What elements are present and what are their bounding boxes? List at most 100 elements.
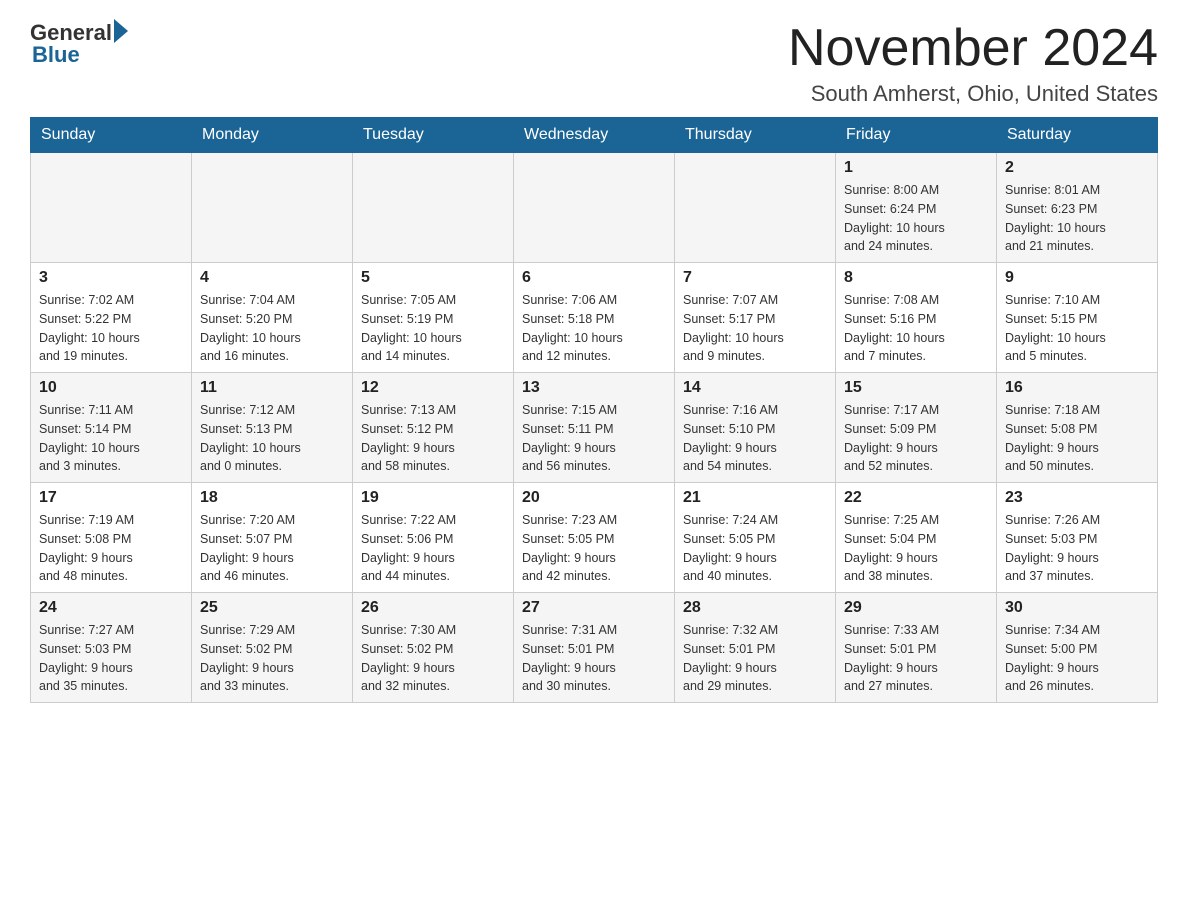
day-number: 22 bbox=[844, 489, 988, 507]
day-number: 21 bbox=[683, 489, 827, 507]
title-block: November 2024 South Amherst, Ohio, Unite… bbox=[788, 20, 1158, 107]
calendar-day-cell: 14 Sunrise: 7:16 AMSunset: 5:10 PMDayligh… bbox=[675, 373, 836, 483]
calendar-day-cell: 17 Sunrise: 7:19 AMSunset: 5:08 PMDayligh… bbox=[31, 483, 192, 593]
calendar-day-cell: 19 Sunrise: 7:22 AMSunset: 5:06 PMDayligh… bbox=[353, 483, 514, 593]
day-number: 14 bbox=[683, 379, 827, 397]
calendar-day-header: Saturday bbox=[997, 118, 1158, 153]
day-number: 7 bbox=[683, 269, 827, 287]
calendar-day-cell: 23 Sunrise: 7:26 AMSunset: 5:03 PMDayligh… bbox=[997, 483, 1158, 593]
day-number: 25 bbox=[200, 599, 344, 617]
page-header: General Blue November 2024 South Amherst… bbox=[30, 20, 1158, 107]
day-number: 3 bbox=[39, 269, 183, 287]
calendar-day-cell: 7 Sunrise: 7:07 AMSunset: 5:17 PMDaylight… bbox=[675, 263, 836, 373]
day-info: Sunrise: 7:10 AMSunset: 5:15 PMDaylight:… bbox=[1005, 291, 1149, 366]
calendar-day-cell: 6 Sunrise: 7:06 AMSunset: 5:18 PMDaylight… bbox=[514, 263, 675, 373]
calendar-day-cell: 10Sunrise: 7:11 AMSunset: 5:14 PMDayligh… bbox=[31, 373, 192, 483]
calendar-day-cell: 3 Sunrise: 7:02 AMSunset: 5:22 PMDaylight… bbox=[31, 263, 192, 373]
day-number: 2 bbox=[1005, 159, 1149, 177]
day-info: Sunrise: 7:13 AMSunset: 5:12 PMDaylight:… bbox=[361, 401, 505, 476]
day-number: 8 bbox=[844, 269, 988, 287]
day-number: 23 bbox=[1005, 489, 1149, 507]
day-info: Sunrise: 7:20 AMSunset: 5:07 PMDaylight:… bbox=[200, 511, 344, 586]
day-info: Sunrise: 7:18 AMSunset: 5:08 PMDaylight:… bbox=[1005, 401, 1149, 476]
day-info: Sunrise: 7:24 AMSunset: 5:05 PMDaylight:… bbox=[683, 511, 827, 586]
day-info: Sunrise: 7:30 AMSunset: 5:02 PMDaylight:… bbox=[361, 621, 505, 696]
day-info: Sunrise: 7:17 AMSunset: 5:09 PMDaylight:… bbox=[844, 401, 988, 476]
day-info: Sunrise: 7:06 AMSunset: 5:18 PMDaylight:… bbox=[522, 291, 666, 366]
calendar-week-row: 3 Sunrise: 7:02 AMSunset: 5:22 PMDaylight… bbox=[31, 263, 1158, 373]
day-info: Sunrise: 7:32 AMSunset: 5:01 PMDaylight:… bbox=[683, 621, 827, 696]
day-info: Sunrise: 7:22 AMSunset: 5:06 PMDaylight:… bbox=[361, 511, 505, 586]
day-info: Sunrise: 7:19 AMSunset: 5:08 PMDaylight:… bbox=[39, 511, 183, 586]
calendar-day-cell: 9 Sunrise: 7:10 AMSunset: 5:15 PMDaylight… bbox=[997, 263, 1158, 373]
day-info: Sunrise: 8:01 AMSunset: 6:23 PMDaylight:… bbox=[1005, 181, 1149, 256]
calendar-day-cell: 24 Sunrise: 7:27 AMSunset: 5:03 PMDayligh… bbox=[31, 593, 192, 703]
day-info: Sunrise: 7:15 AMSunset: 5:11 PMDaylight:… bbox=[522, 401, 666, 476]
calendar-day-cell: 12 Sunrise: 7:13 AMSunset: 5:12 PMDayligh… bbox=[353, 373, 514, 483]
day-number: 15 bbox=[844, 379, 988, 397]
day-number: 19 bbox=[361, 489, 505, 507]
calendar-day-cell: 5Sunrise: 7:05 AMSunset: 5:19 PMDaylight… bbox=[353, 263, 514, 373]
day-number: 4 bbox=[200, 269, 344, 287]
calendar-day-cell: 27Sunrise: 7:31 AMSunset: 5:01 PMDayligh… bbox=[514, 593, 675, 703]
calendar-day-cell: 26 Sunrise: 7:30 AMSunset: 5:02 PMDayligh… bbox=[353, 593, 514, 703]
day-number: 30 bbox=[1005, 599, 1149, 617]
calendar-week-row: 17 Sunrise: 7:19 AMSunset: 5:08 PMDayligh… bbox=[31, 483, 1158, 593]
day-number: 18 bbox=[200, 489, 344, 507]
calendar-day-cell: 8 Sunrise: 7:08 AMSunset: 5:16 PMDaylight… bbox=[836, 263, 997, 373]
day-number: 24 bbox=[39, 599, 183, 617]
day-number: 27 bbox=[522, 599, 666, 617]
day-info: Sunrise: 7:07 AMSunset: 5:17 PMDaylight:… bbox=[683, 291, 827, 366]
calendar-week-row: 24 Sunrise: 7:27 AMSunset: 5:03 PMDayligh… bbox=[31, 593, 1158, 703]
calendar-day-cell: 4 Sunrise: 7:04 AMSunset: 5:20 PMDaylight… bbox=[192, 263, 353, 373]
calendar-day-header: Sunday bbox=[31, 118, 192, 153]
day-info: Sunrise: 7:16 AMSunset: 5:10 PMDaylight:… bbox=[683, 401, 827, 476]
calendar-day-cell bbox=[514, 153, 675, 263]
day-info: Sunrise: 8:00 AMSunset: 6:24 PMDaylight:… bbox=[844, 181, 988, 256]
calendar-week-row: 10Sunrise: 7:11 AMSunset: 5:14 PMDayligh… bbox=[31, 373, 1158, 483]
calendar-table: SundayMondayTuesdayWednesdayThursdayFrid… bbox=[30, 117, 1158, 703]
day-info: Sunrise: 7:33 AMSunset: 5:01 PMDaylight:… bbox=[844, 621, 988, 696]
day-number: 28 bbox=[683, 599, 827, 617]
day-number: 6 bbox=[522, 269, 666, 287]
calendar-day-cell: 20Sunrise: 7:23 AMSunset: 5:05 PMDayligh… bbox=[514, 483, 675, 593]
calendar-day-cell: 1 Sunrise: 8:00 AMSunset: 6:24 PMDaylight… bbox=[836, 153, 997, 263]
logo-blue-text: Blue bbox=[32, 42, 80, 68]
calendar-day-cell: 29 Sunrise: 7:33 AMSunset: 5:01 PMDayligh… bbox=[836, 593, 997, 703]
calendar-header-row: SundayMondayTuesdayWednesdayThursdayFrid… bbox=[31, 118, 1158, 153]
day-number: 17 bbox=[39, 489, 183, 507]
calendar-day-cell: 2 Sunrise: 8:01 AMSunset: 6:23 PMDaylight… bbox=[997, 153, 1158, 263]
calendar-day-cell bbox=[192, 153, 353, 263]
day-number: 29 bbox=[844, 599, 988, 617]
day-info: Sunrise: 7:23 AMSunset: 5:05 PMDaylight:… bbox=[522, 511, 666, 586]
calendar-week-row: 1 Sunrise: 8:00 AMSunset: 6:24 PMDaylight… bbox=[31, 153, 1158, 263]
logo-arrow-icon bbox=[114, 19, 128, 43]
day-number: 11 bbox=[200, 379, 344, 397]
day-info: Sunrise: 7:04 AMSunset: 5:20 PMDaylight:… bbox=[200, 291, 344, 366]
calendar-day-cell: 30Sunrise: 7:34 AMSunset: 5:00 PMDayligh… bbox=[997, 593, 1158, 703]
day-info: Sunrise: 7:26 AMSunset: 5:03 PMDaylight:… bbox=[1005, 511, 1149, 586]
calendar-day-header: Monday bbox=[192, 118, 353, 153]
calendar-day-cell bbox=[353, 153, 514, 263]
calendar-day-cell: 16 Sunrise: 7:18 AMSunset: 5:08 PMDayligh… bbox=[997, 373, 1158, 483]
calendar-day-header: Friday bbox=[836, 118, 997, 153]
day-number: 9 bbox=[1005, 269, 1149, 287]
calendar-day-cell: 15 Sunrise: 7:17 AMSunset: 5:09 PMDayligh… bbox=[836, 373, 997, 483]
day-info: Sunrise: 7:25 AMSunset: 5:04 PMDaylight:… bbox=[844, 511, 988, 586]
logo: General Blue bbox=[30, 20, 128, 68]
calendar-day-header: Wednesday bbox=[514, 118, 675, 153]
day-number: 26 bbox=[361, 599, 505, 617]
day-info: Sunrise: 7:02 AMSunset: 5:22 PMDaylight:… bbox=[39, 291, 183, 366]
day-info: Sunrise: 7:12 AMSunset: 5:13 PMDaylight:… bbox=[200, 401, 344, 476]
day-info: Sunrise: 7:27 AMSunset: 5:03 PMDaylight:… bbox=[39, 621, 183, 696]
day-info: Sunrise: 7:08 AMSunset: 5:16 PMDaylight:… bbox=[844, 291, 988, 366]
location-title: South Amherst, Ohio, United States bbox=[788, 81, 1158, 107]
calendar-day-cell: 22 Sunrise: 7:25 AMSunset: 5:04 PMDayligh… bbox=[836, 483, 997, 593]
day-number: 1 bbox=[844, 159, 988, 177]
calendar-day-cell bbox=[31, 153, 192, 263]
month-title: November 2024 bbox=[788, 20, 1158, 77]
calendar-day-cell bbox=[675, 153, 836, 263]
day-number: 12 bbox=[361, 379, 505, 397]
calendar-day-header: Thursday bbox=[675, 118, 836, 153]
day-number: 16 bbox=[1005, 379, 1149, 397]
